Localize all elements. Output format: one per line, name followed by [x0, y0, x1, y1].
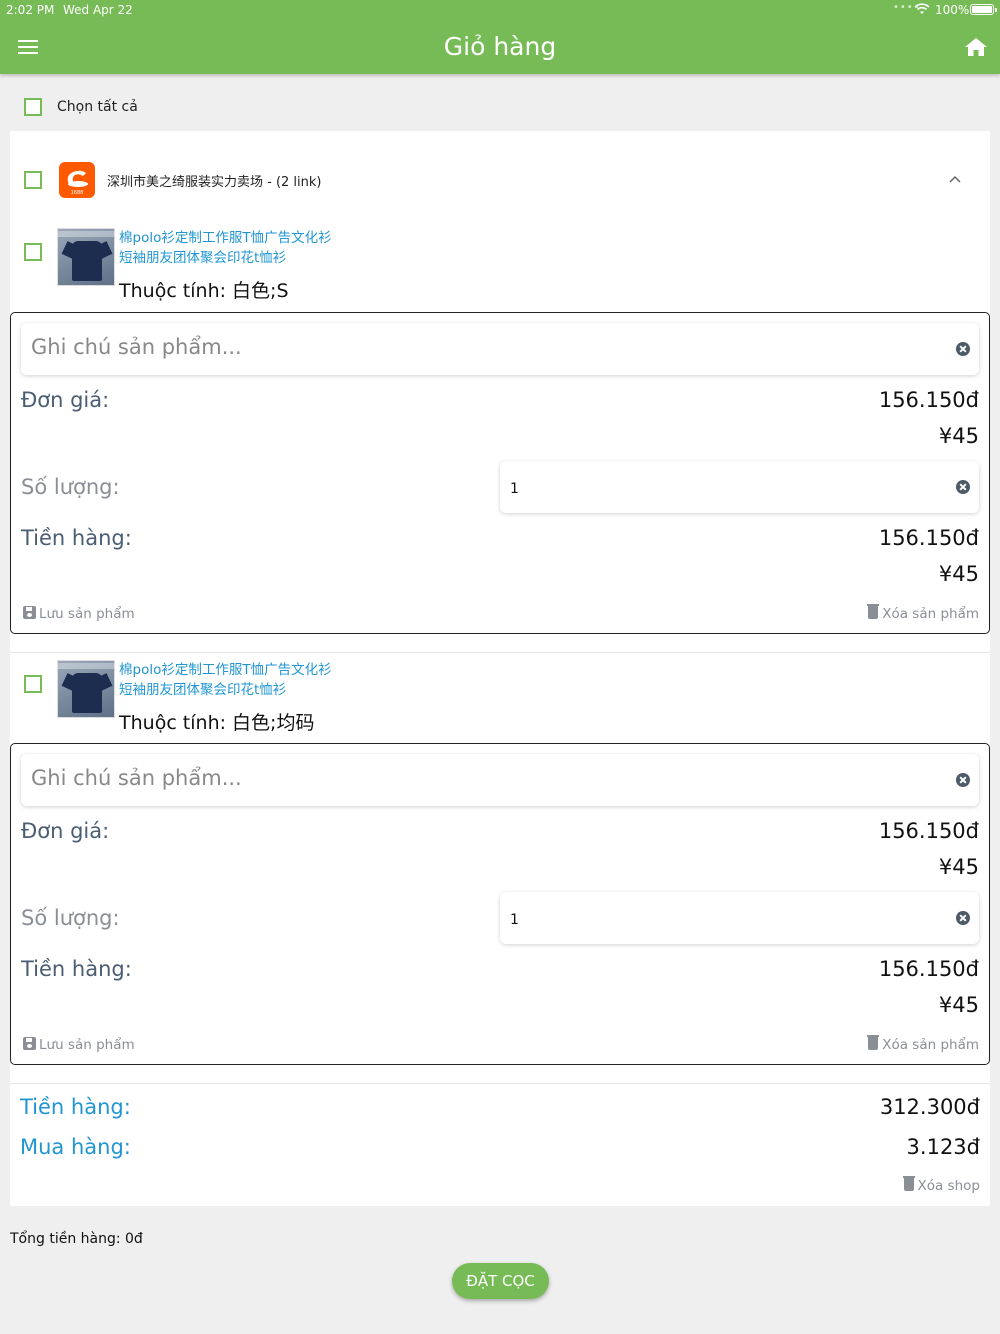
app-header: Giỏ hàng [0, 20, 1000, 74]
deposit-button[interactable]: ĐẶT CỌC [452, 1263, 549, 1299]
amount-cny: ¥45 [938, 993, 979, 1017]
unit-price-vnd: 156.150đ [878, 819, 979, 843]
shop-goods-value: 312.300đ [879, 1095, 980, 1119]
select-all-checkbox[interactable] [24, 98, 42, 116]
note-placeholder: Ghi chú sản phẩm... [31, 766, 242, 790]
item-detail-box: Ghi chú sản phẩm... Đơn giá: 156.150đ ¥4… [10, 312, 990, 634]
delete-shop-button[interactable]: Xóa shop [902, 1176, 981, 1194]
delete-product-label: Xóa sản phẩm [882, 1037, 979, 1053]
quantity-label: Số lượng: [21, 475, 120, 499]
battery-percent: 100% [935, 3, 970, 17]
unit-price-vnd: 156.150đ [878, 388, 979, 412]
trash-icon [867, 604, 880, 619]
status-date: Wed Apr 22 [63, 3, 133, 17]
trash-icon [902, 1176, 915, 1191]
save-product-button[interactable]: Lưu sản phẩm [23, 1037, 135, 1053]
save-icon [23, 606, 36, 619]
product-title[interactable]: 棉polo衫定制工作服T恤广告文化衫 短袖朋友团体聚会印花t恤衫 [119, 229, 419, 268]
note-input[interactable]: Ghi chú sản phẩm... [21, 754, 979, 806]
unit-price-cny: ¥45 [938, 855, 979, 879]
shop-purchase-value: 3.123đ [906, 1135, 980, 1159]
clear-icon[interactable] [956, 480, 970, 494]
save-product-button[interactable]: Lưu sản phẩm [23, 606, 135, 622]
quantity-input[interactable]: 1 [500, 461, 979, 513]
quantity-input[interactable]: 1 [500, 892, 979, 944]
amount-label: Tiền hàng: [21, 526, 132, 550]
shop-checkbox[interactable] [24, 171, 42, 189]
delete-product-button[interactable]: Xóa sản phẩm [867, 1035, 979, 1053]
amount-label: Tiền hàng: [21, 957, 132, 981]
product-thumbnail[interactable] [57, 660, 115, 718]
summary-divider [10, 1083, 990, 1084]
wifi-icon [914, 3, 930, 14]
note-placeholder: Ghi chú sản phẩm... [31, 335, 242, 359]
quantity-label: Số lượng: [21, 906, 120, 930]
delete-product-label: Xóa sản phẩm [882, 606, 979, 622]
quantity-value: 1 [510, 912, 519, 928]
amount-vnd: 156.150đ [878, 526, 979, 550]
chevron-up-icon[interactable] [948, 172, 962, 186]
shop-logo-icon: 1688 [59, 162, 95, 198]
product-title-line2: 短袖朋友团体聚会印花t恤衫 [119, 681, 287, 698]
quantity-value: 1 [510, 481, 519, 497]
clear-icon[interactable] [956, 911, 970, 925]
save-icon [23, 1037, 36, 1050]
trash-icon [867, 1035, 880, 1050]
svg-text:1688: 1688 [71, 190, 84, 196]
delete-shop-label: Xóa shop [917, 1178, 981, 1194]
delete-product-button[interactable]: Xóa sản phẩm [867, 604, 979, 622]
product-title-line1: 棉polo衫定制工作服T恤广告文化衫 [119, 230, 332, 246]
product-attributes: Thuộc tính: 白色;S [119, 280, 289, 302]
save-product-label: Lưu sản phẩm [39, 606, 135, 622]
status-time: 2:02 PM [6, 3, 55, 17]
product-attributes: Thuộc tính: 白色;均码 [119, 712, 315, 734]
amount-vnd: 156.150đ [878, 957, 979, 981]
status-bar: 2:02 PM Wed Apr 22 •••• 100% [0, 0, 1000, 20]
clear-icon[interactable] [956, 342, 970, 356]
shop-purchase-label: Mua hàng: [20, 1135, 131, 1159]
shop-name: 深圳市美之绮服装实力卖场 - (2 link) [107, 175, 322, 190]
page-title: Giỏ hàng [443, 32, 557, 61]
unit-price-cny: ¥45 [938, 424, 979, 448]
battery-icon [970, 4, 997, 15]
item-divider [10, 652, 990, 653]
total-amount-text: Tổng tiền hàng: 0đ [10, 1231, 143, 1247]
item-detail-box: Ghi chú sản phẩm... Đơn giá: 156.150đ ¥4… [10, 743, 990, 1065]
item-checkbox[interactable] [24, 675, 42, 693]
amount-cny: ¥45 [938, 562, 979, 586]
unit-price-label: Đơn giá: [21, 388, 110, 412]
product-title-line1: 棉polo衫定制工作服T恤广告文化衫 [119, 662, 332, 678]
shop-goods-label: Tiền hàng: [20, 1095, 131, 1119]
clear-icon[interactable] [956, 773, 970, 787]
product-title[interactable]: 棉polo衫定制工作服T恤广告文化衫 短袖朋友团体聚会印花t恤衫 [119, 661, 419, 700]
unit-price-label: Đơn giá: [21, 819, 110, 843]
product-thumbnail[interactable] [57, 228, 115, 286]
home-icon[interactable] [964, 37, 988, 57]
save-product-label: Lưu sản phẩm [39, 1037, 135, 1053]
note-input[interactable]: Ghi chú sản phẩm... [21, 323, 979, 375]
select-all-label: Chọn tất cả [57, 99, 138, 115]
item-checkbox[interactable] [24, 243, 42, 261]
product-title-line2: 短袖朋友团体聚会印花t恤衫 [119, 249, 287, 266]
